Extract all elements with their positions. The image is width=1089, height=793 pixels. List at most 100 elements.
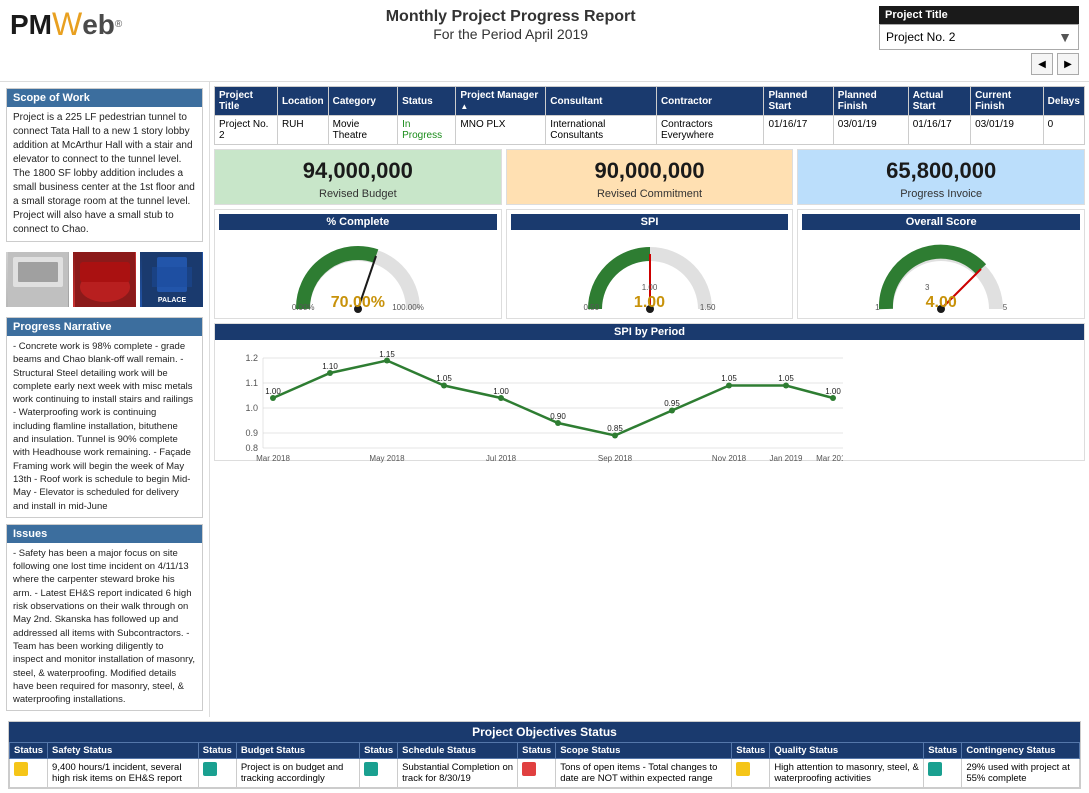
svg-text:PALACE: PALACE	[157, 297, 186, 304]
col-planned-start: Planned Start	[764, 87, 833, 116]
gauge-percent-min: 0.00%	[292, 303, 315, 312]
logo-registered: ®	[115, 19, 122, 30]
svg-text:1.2: 1.2	[245, 353, 258, 363]
cell-project-manager: MNO PLX	[456, 116, 546, 145]
revised-commitment-label: Revised Commitment	[511, 188, 789, 200]
revised-budget-value: 94,000,000	[219, 158, 497, 184]
left-panel: Scope of Work Project is a 225 LF pedest…	[0, 82, 210, 717]
obj-col-status2: Status	[198, 743, 236, 759]
spi-line-chart: 1.2 1.1 1.0 0.9 0.8	[223, 348, 843, 468]
schedule-text: Substantial Completion on track for 8/30…	[398, 759, 518, 788]
scope-text: Tons of open items - Total changes to da…	[556, 759, 732, 788]
project-image-3: PALACE	[140, 252, 203, 307]
svg-text:0.90: 0.90	[550, 412, 566, 421]
obj-col-contingency: Contingency Status	[962, 743, 1080, 759]
scope-header: Scope of Work	[7, 89, 202, 107]
revised-commitment-value: 90,000,000	[511, 158, 789, 184]
cell-project-title: Project No. 2	[215, 116, 278, 145]
obj-col-budget: Budget Status	[236, 743, 359, 759]
gauge-overall-score: Overall Score 4.00 1 3 5	[797, 209, 1085, 319]
progress-narrative-header: Progress Narrative	[7, 318, 202, 336]
svg-text:1.15: 1.15	[379, 350, 395, 359]
issues-header: Issues	[7, 525, 202, 543]
svg-text:Mar 2019: Mar 2019	[816, 454, 843, 463]
progress-narrative-section: Progress Narrative - Concrete work is 98…	[6, 317, 203, 518]
cell-contractor: Contractors Everywhere	[656, 116, 763, 145]
col-planned-finish: Planned Finish	[833, 87, 908, 116]
gauge-overall-title: Overall Score	[802, 214, 1080, 230]
header-center: Monthly Project Progress Report For the …	[142, 6, 879, 42]
col-delays: Delays	[1043, 87, 1084, 116]
budget-status-dot	[198, 759, 236, 788]
gauge-overall-min: 1	[875, 303, 879, 312]
logo-pm: PM	[10, 9, 52, 41]
gauge-percent-complete: % Complete 70.00% 0.00%	[214, 209, 502, 319]
cell-location: RUH	[277, 116, 328, 145]
cell-status: In Progress	[398, 116, 456, 145]
progress-invoice-label: Progress Invoice	[802, 188, 1080, 200]
spi-chart-section: SPI by Period 1.2 1.1 1.0 0	[214, 323, 1085, 461]
scope-content: Project is a 225 LF pedestrian tunnel to…	[7, 107, 202, 241]
col-current-finish: Current Finish	[971, 87, 1044, 116]
project-nav: ◀ ▶	[879, 53, 1079, 75]
nav-next-button[interactable]: ▶	[1057, 53, 1079, 75]
issues-content: - Safety has been a major focus on site …	[7, 543, 202, 711]
col-actual-start: Actual Start	[908, 87, 970, 116]
svg-text:Sep 2018: Sep 2018	[598, 454, 633, 463]
gauge-spi-max: 1.50	[700, 303, 716, 312]
project-title-label: Project Title	[885, 9, 948, 21]
gauge-spi-mid: 1.00	[642, 283, 658, 292]
svg-text:Nov 2018: Nov 2018	[712, 454, 747, 463]
svg-text:May 2018: May 2018	[369, 454, 405, 463]
col-category: Category	[328, 87, 397, 116]
svg-text:0.8: 0.8	[245, 443, 258, 453]
col-contractor: Contractor	[656, 87, 763, 116]
gauge-overall-mid: 3	[925, 283, 929, 292]
obj-col-status4: Status	[518, 743, 556, 759]
gauge-overall-max: 5	[1003, 303, 1007, 312]
table-row: Project No. 2 RUH Movie Theatre In Progr…	[215, 116, 1085, 145]
project-table: Project Title Location Category Status P…	[214, 86, 1085, 145]
revised-budget-label: Revised Budget	[219, 188, 497, 200]
gauge-spi: SPI 1.00 0.50 1.00 1.50	[506, 209, 794, 319]
col-consultant: Consultant	[546, 87, 657, 116]
col-project-title: Project Title	[215, 87, 278, 116]
col-status: Status	[398, 87, 456, 116]
svg-text:1.1: 1.1	[245, 378, 258, 388]
project-selector: Project Title Project No. 2 ▼ ◀ ▶	[879, 6, 1079, 75]
spi-chart-container: 1.2 1.1 1.0 0.9 0.8	[215, 340, 1084, 460]
col-project-manager: Project Manager ▲	[456, 87, 546, 116]
right-panel: Project Title Location Category Status P…	[210, 82, 1089, 717]
progress-invoice-value: 65,800,000	[802, 158, 1080, 184]
spi-chart-title: SPI by Period	[215, 324, 1084, 340]
cell-planned-finish: 03/01/19	[833, 116, 908, 145]
svg-text:Jul 2018: Jul 2018	[486, 454, 517, 463]
svg-text:Mar 2018: Mar 2018	[256, 454, 290, 463]
svg-text:0.95: 0.95	[664, 399, 680, 408]
chevron-down-icon[interactable]: ▼	[1058, 29, 1072, 45]
objectives-section: Project Objectives Status Status Safety …	[0, 717, 1089, 793]
cell-current-finish: 03/01/19	[971, 116, 1044, 145]
cell-actual-start: 01/16/17	[908, 116, 970, 145]
issues-section: Issues - Safety has been a major focus o…	[6, 524, 203, 712]
svg-text:1.0: 1.0	[245, 403, 258, 413]
schedule-status-dot	[360, 759, 398, 788]
nav-prev-button[interactable]: ◀	[1031, 53, 1053, 75]
scope-status-dot	[518, 759, 556, 788]
gauge-row: % Complete 70.00% 0.00%	[214, 209, 1085, 319]
svg-text:1.05: 1.05	[721, 374, 737, 383]
svg-text:1.00: 1.00	[825, 387, 841, 396]
svg-text:0.85: 0.85	[607, 424, 623, 433]
contingency-text: 29% used with project at 55% complete	[962, 759, 1080, 788]
project-image-1	[6, 252, 69, 307]
scope-of-work-section: Scope of Work Project is a 225 LF pedest…	[6, 88, 203, 242]
project-number: Project No. 2	[886, 30, 955, 44]
svg-text:1.00: 1.00	[493, 387, 509, 396]
metrics-row: 94,000,000 Revised Budget 90,000,000 Rev…	[214, 149, 1085, 205]
logo-web: eb	[82, 9, 115, 41]
project-images: PALACE	[6, 248, 203, 311]
obj-col-scope: Scope Status	[556, 743, 732, 759]
contingency-status-dot	[924, 759, 962, 788]
quality-status-dot	[732, 759, 770, 788]
gauge-overall-value: 4.00	[926, 294, 957, 312]
